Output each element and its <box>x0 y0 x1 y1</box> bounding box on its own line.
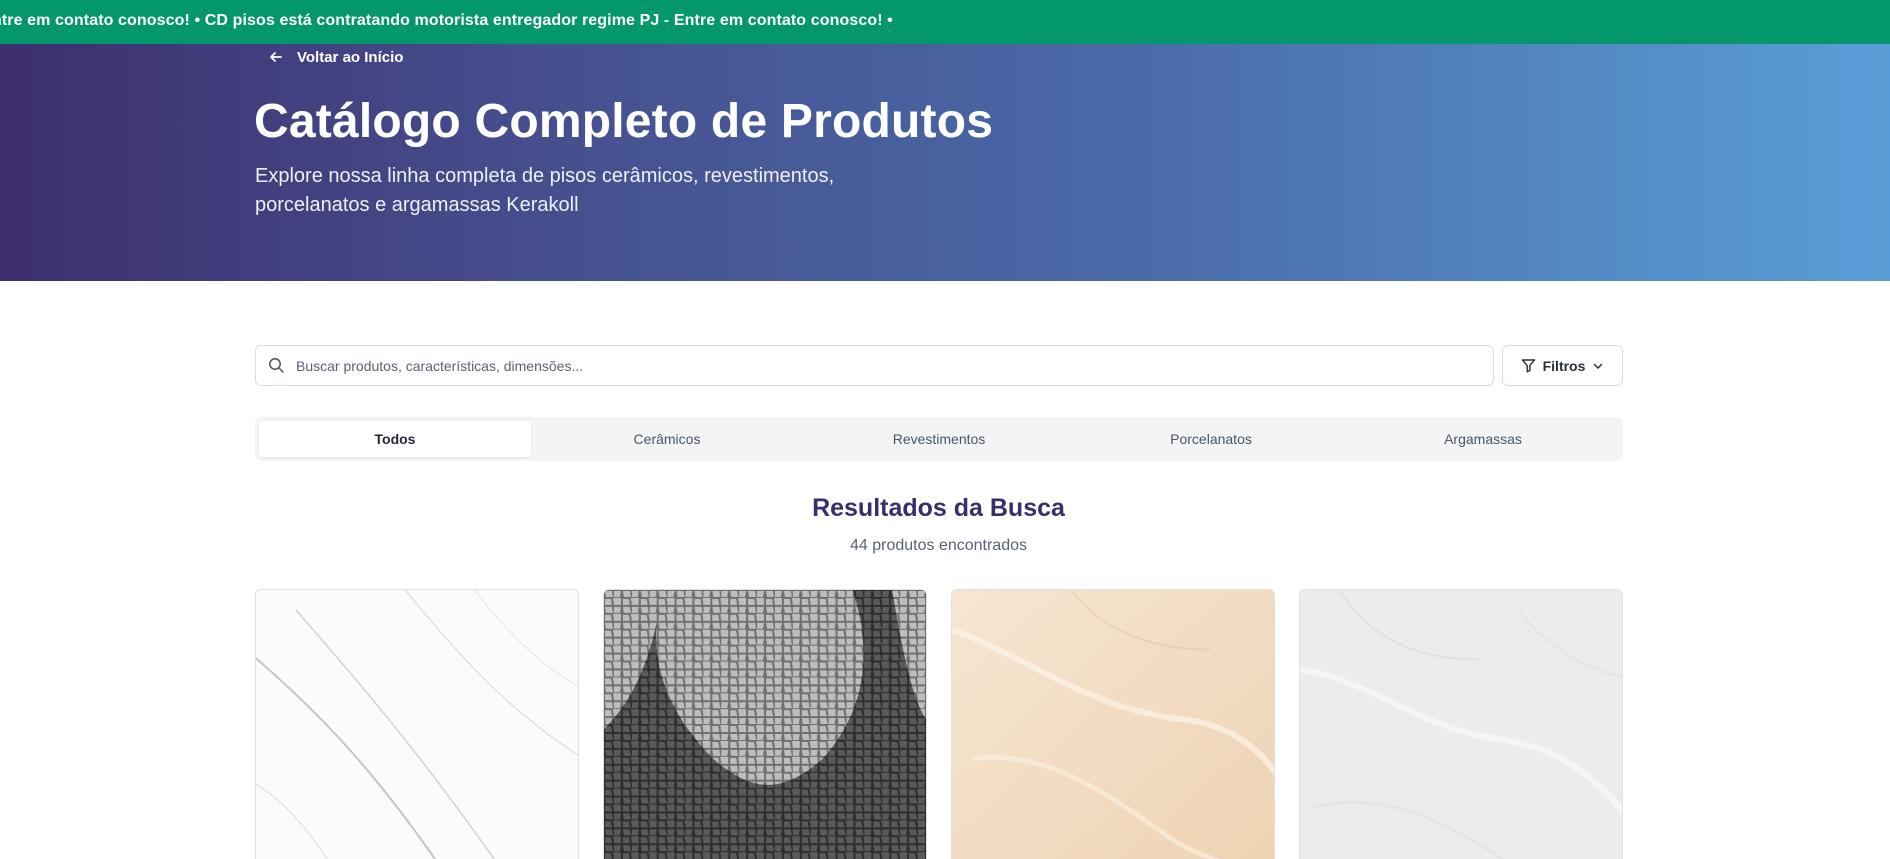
chevron-down-icon <box>1594 363 1603 369</box>
beige-marble-tile-image <box>952 590 1274 859</box>
results-count: 44 produtos encontrados <box>849 537 1027 554</box>
portuguese-mosaic-tile-image <box>604 590 926 859</box>
tab-argamassas[interactable]: Argamassas <box>1347 421 1619 457</box>
subtitle-line-2: porcelanatos e argamassas Kerakoll <box>255 194 579 216</box>
filter-icon <box>1521 359 1535 373</box>
product-card[interactable] <box>1299 589 1623 859</box>
page-subtitle: Explore nossa linha completa de pisos ce… <box>255 162 875 220</box>
tab-revestimentos[interactable]: Revestimentos <box>803 421 1075 457</box>
tab-ceramicos[interactable]: Cerâmicos <box>531 421 803 457</box>
white-marble-tile-image <box>256 590 578 859</box>
filters-label: Filtros <box>1542 357 1586 374</box>
subtitle-line-1: Explore nossa linha completa de pisos ce… <box>255 165 835 187</box>
page-title: Catálogo Completo de Produtos <box>254 95 994 148</box>
search-icon <box>269 358 284 373</box>
filters-button[interactable]: Filtros <box>1502 345 1623 386</box>
product-card[interactable] <box>951 589 1275 859</box>
category-tabs: Todos Cerâmicos Revestimentos Porcelanat… <box>255 417 1623 461</box>
light-gray-marble-tile-image <box>1300 590 1622 859</box>
back-link-label: Voltar ao Início <box>297 48 404 66</box>
search-box <box>255 345 1494 386</box>
product-card[interactable] <box>603 589 927 859</box>
tab-porcelanatos[interactable]: Porcelanatos <box>1075 421 1347 457</box>
announcement-ticker: ntre em contato conosco! • CD pisos está… <box>0 0 1890 44</box>
search-input[interactable] <box>296 346 1486 385</box>
arrow-left-icon <box>270 52 282 62</box>
product-card[interactable] <box>255 589 579 859</box>
back-to-home-link[interactable]: Voltar ao Início <box>269 45 403 69</box>
hero-banner: Voltar ao Início Catálogo Completo de Pr… <box>0 44 1890 281</box>
ticker-text: ntre em contato conosco! • CD pisos está… <box>0 12 893 29</box>
results-title: Resultados da Busca <box>812 494 1065 522</box>
tab-todos[interactable]: Todos <box>259 421 531 457</box>
